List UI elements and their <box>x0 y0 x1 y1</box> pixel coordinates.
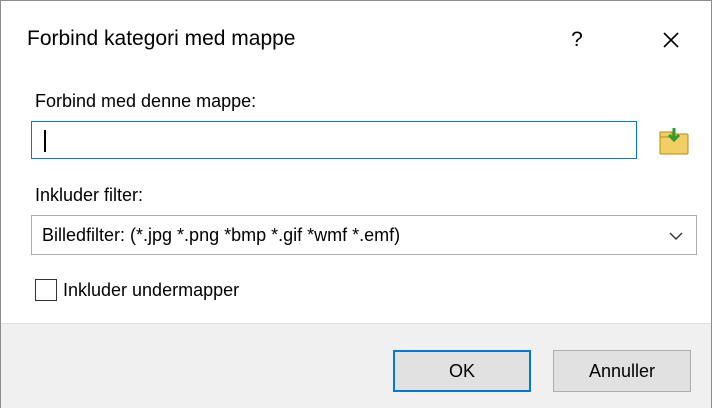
cancel-button[interactable]: Annuller <box>553 350 691 392</box>
title-bar: Forbind kategori med mappe ? <box>1 1 711 79</box>
folder-label: Forbind med denne mappe: <box>35 91 257 111</box>
dialog-window: Forbind kategori med mappe ? Forbind med… <box>0 0 712 408</box>
include-subfolders-label[interactable]: Inkluder undermapper <box>63 280 239 301</box>
filter-selected-value: Billedfilter: (*.jpg *.png *bmp *.gif *w… <box>42 225 401 245</box>
button-bar: OK Annuller <box>1 323 711 408</box>
folder-path-input[interactable] <box>31 121 637 159</box>
dialog-content: Forbind med denne mappe: Inkluder filter… <box>1 79 711 323</box>
filter-label: Inkluder filter: <box>35 185 144 205</box>
filter-select[interactable]: Billedfilter: (*.jpg *.png *bmp *.gif *w… <box>31 215 697 255</box>
text-caret <box>44 130 46 152</box>
folder-browse-icon <box>659 128 689 155</box>
close-icon <box>663 32 679 48</box>
browse-folder-button[interactable] <box>653 121 695 161</box>
ok-button[interactable]: OK <box>393 350 531 392</box>
dialog-title: Forbind kategori med mappe <box>27 27 296 50</box>
chevron-down-icon <box>669 232 683 240</box>
close-button[interactable] <box>641 15 701 65</box>
help-button[interactable]: ? <box>549 15 605 65</box>
include-subfolders-checkbox[interactable] <box>35 279 57 301</box>
